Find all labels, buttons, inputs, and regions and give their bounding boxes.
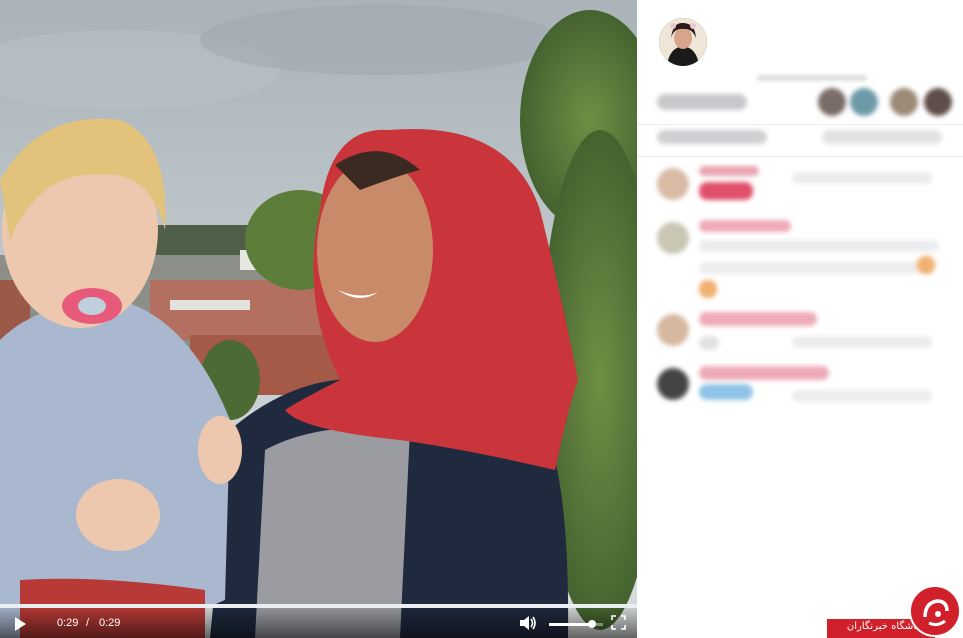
time-separator: / [86,617,90,629]
redacted-avatar [657,222,689,254]
watermark-emblem-icon [909,585,961,637]
volume-icon [520,616,536,630]
redacted-block [917,256,935,274]
redacted-block [699,366,829,380]
redacted-block [657,130,767,144]
divider [637,124,963,125]
redacted-block [657,94,747,110]
watermark-logo: باشگاه خبرنگاران [827,585,963,638]
redacted-block [757,76,867,80]
redacted-block [699,182,753,200]
redacted-block [792,336,932,348]
redacted-avatar [818,88,846,116]
fullscreen-icon [611,615,626,630]
redacted-block [822,130,942,144]
current-time: 0:29 [57,617,79,629]
redacted-block [699,220,791,232]
duration: 0:29 [99,617,121,629]
redacted-avatar [890,88,918,116]
redacted-avatar [657,368,689,400]
redacted-avatar [657,314,689,346]
redacted-avatar [850,88,878,116]
redacted-block [792,390,932,402]
redacted-avatar [924,88,952,116]
play-button[interactable] [12,616,28,632]
redacted-block [699,336,719,350]
redacted-block [699,166,759,176]
redacted-block [699,384,753,400]
profile-picture [659,18,707,66]
volume-level [549,623,593,626]
post-sidebar [637,0,963,638]
profile-avatar[interactable] [659,18,707,66]
fullscreen-button[interactable] [611,615,626,630]
redacted-block [699,240,939,252]
redacted-block [792,172,932,184]
redacted-block [699,280,717,298]
progress-bar[interactable] [0,604,637,608]
volume-handle[interactable] [588,620,597,628]
redacted-avatar [657,168,689,200]
video-player[interactable]: 0:29 / 0:29 [0,0,637,638]
video-frame [0,0,637,638]
mute-button[interactable] [519,615,537,631]
progress-fill [0,604,637,608]
divider [637,156,963,157]
redacted-block [699,262,919,274]
play-icon [15,617,26,631]
redacted-block [699,312,817,326]
video-controls: 0:29 / 0:29 [0,604,637,638]
volume-slider[interactable] [549,620,603,628]
